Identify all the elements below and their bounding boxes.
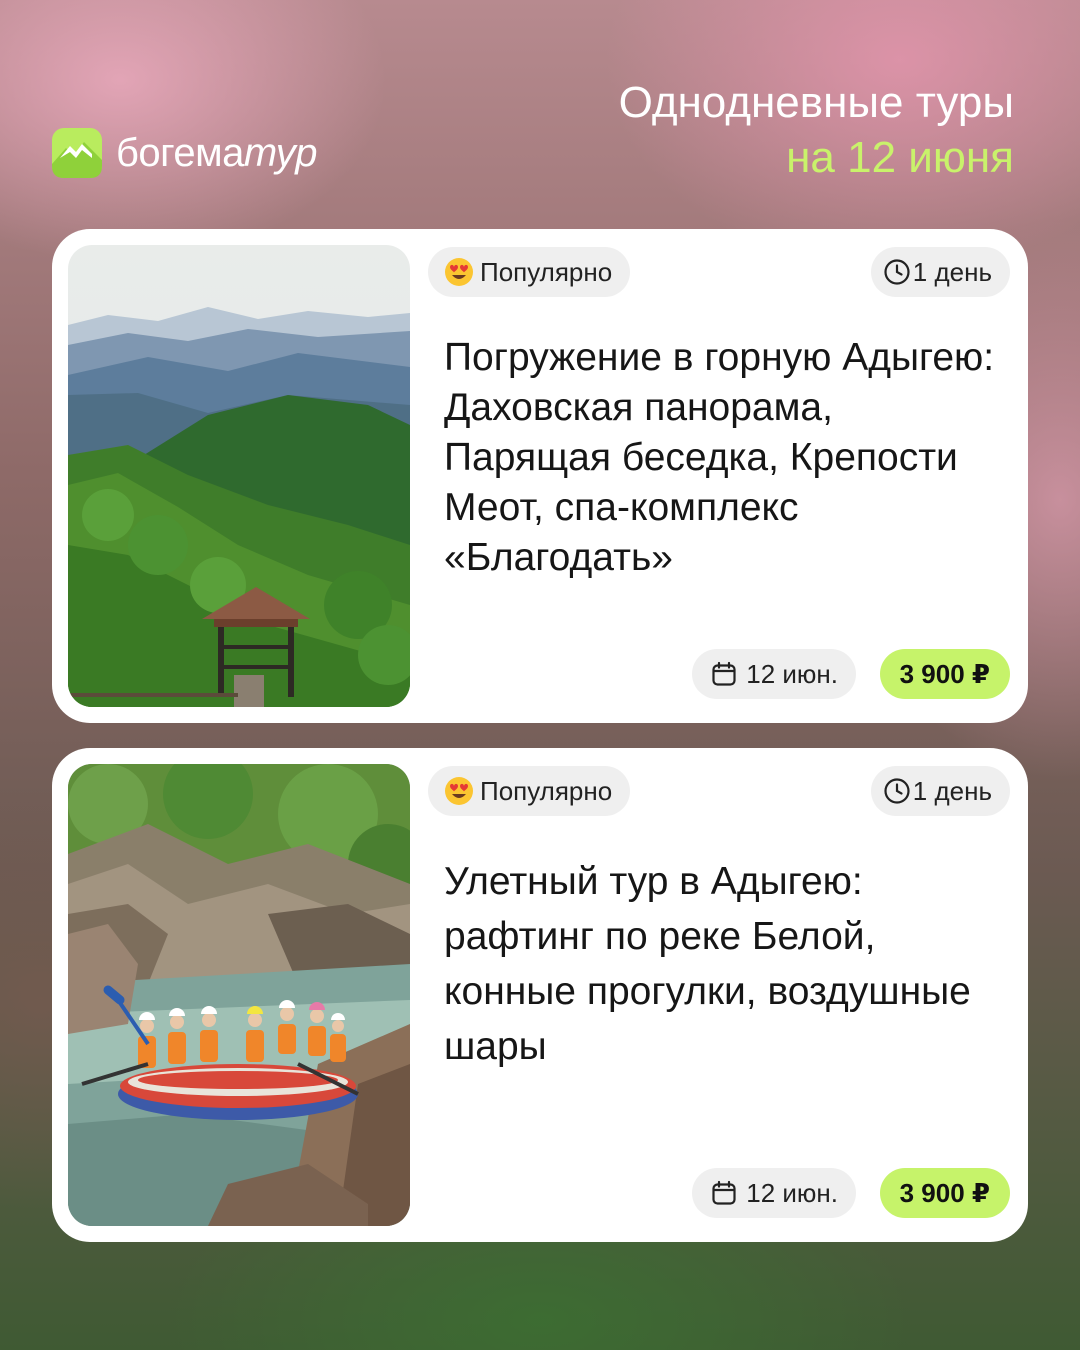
header: богематур Однодневные туры на 12 июня: [0, 0, 1080, 220]
duration-badge: 1 день: [870, 247, 1010, 297]
calendar-icon: [712, 1180, 736, 1205]
mountain-logo-icon: [52, 128, 102, 178]
date-badge: 12 июн.: [692, 649, 856, 699]
price-badge[interactable]: 3 900 ₽: [879, 649, 1010, 699]
duration-label: 1 день: [912, 775, 992, 806]
calendar-icon: [712, 661, 736, 686]
duration-label: 1 день: [912, 256, 992, 287]
price-label: 3 900 ₽: [899, 1177, 990, 1208]
popular-badge: Популярно: [428, 247, 631, 297]
mountain-panorama-gazebo-photo: [68, 245, 410, 707]
tour-title[interactable]: Улетный тур в Адыгею: рафтинг по реке Бе…: [444, 854, 1004, 1074]
page-headline: Однодневные туры на 12 июня: [619, 76, 1014, 186]
tour-card[interactable]: Популярно 1 день Погружение в горную Ады…: [52, 229, 1028, 723]
photo-illustration: [68, 245, 410, 707]
date-badge: 12 июн.: [692, 1168, 856, 1218]
popular-badge: Популярно: [428, 766, 631, 816]
tour-title[interactable]: Погружение в горную Адыгею: Даховская па…: [444, 333, 1004, 583]
river-rafting-photo: [68, 764, 410, 1226]
heart-eyes-emoji-icon: [445, 258, 473, 286]
date-label: 12 июн.: [746, 658, 838, 689]
popular-badge-label: Популярно: [480, 256, 613, 287]
brand-name-main: богема: [116, 130, 244, 175]
price-label: 3 900 ₽: [899, 658, 990, 689]
tour-card[interactable]: Популярно 1 день Улетный тур в Адыгею: р…: [52, 748, 1028, 1242]
headline-date: на 12 июня: [786, 133, 1014, 182]
photo-illustration: [68, 764, 410, 1226]
date-label: 12 июн.: [746, 1177, 838, 1208]
headline-title: Однодневные туры: [618, 78, 1014, 127]
clock-icon: [884, 259, 910, 285]
heart-eyes-emoji-icon: [445, 777, 473, 805]
brand-name: богематур: [116, 130, 318, 176]
brand-name-suffix: тур: [243, 130, 318, 175]
duration-badge: 1 день: [870, 766, 1010, 816]
popular-badge-label: Популярно: [480, 775, 613, 806]
price-badge[interactable]: 3 900 ₽: [879, 1168, 1010, 1218]
clock-icon: [884, 778, 910, 804]
brand-logo[interactable]: богематур: [52, 128, 318, 178]
